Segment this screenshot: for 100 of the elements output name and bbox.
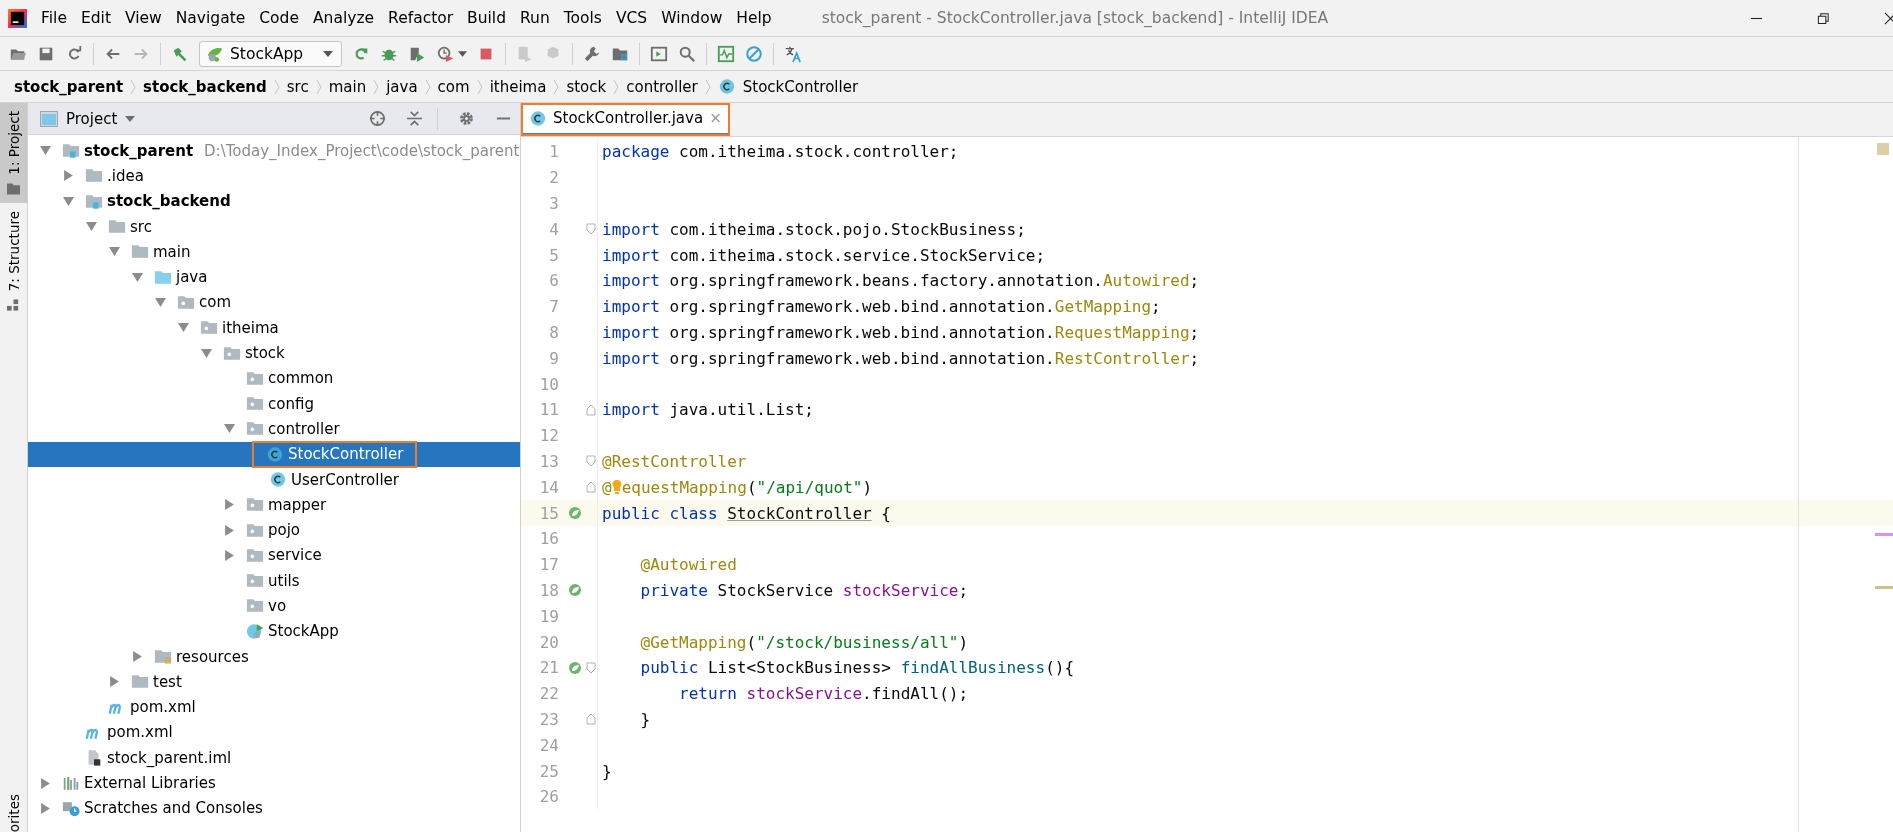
tree-row[interactable]: vo — [28, 593, 520, 619]
menu-item[interactable]: Navigate — [175, 9, 246, 27]
side-tab[interactable]: 1: Project — [0, 103, 27, 203]
breadcrumb[interactable]: stock_backend — [143, 77, 267, 96]
breadcrumb[interactable]: stock_parent — [14, 77, 124, 96]
code-line: @ equestMapping("/api/quot") — [601, 477, 873, 497]
tree-item-label: UserController — [291, 470, 399, 489]
tree-row[interactable]: pom.xml — [28, 719, 520, 746]
tree-item-label: pom.xml — [107, 723, 173, 742]
menu-item[interactable]: Analyze — [313, 9, 375, 27]
code-line: import org.springframework.web.bind.annotation.RestController; — [601, 348, 1200, 368]
line-number: 6 — [548, 271, 560, 291]
tree-item-label: mapper — [268, 495, 327, 514]
tree-item-label: stock — [245, 344, 285, 362]
tree-row[interactable]: itheima — [28, 315, 520, 341]
panel-title[interactable]: Project — [66, 109, 118, 128]
tree-row[interactable]: pojo — [28, 517, 520, 543]
code-line: import org.springframework.web.bind.annotation.RequestMapping; — [601, 322, 1200, 342]
tree-row[interactable]: utils — [28, 568, 520, 594]
tree-item-label: pom.xml — [130, 698, 196, 717]
tree-row[interactable]: test — [28, 669, 520, 695]
tree-item-label: .idea — [107, 166, 144, 185]
code-line: @GetMapping("/stock/business/all") — [639, 632, 969, 652]
line-number: 1 — [548, 142, 560, 162]
tree-row[interactable]: StockController — [28, 441, 520, 467]
tree-item-label: common — [268, 369, 334, 388]
side-tab[interactable]: orites — [0, 789, 27, 832]
tree-row[interactable]: com — [28, 289, 520, 316]
tree-row[interactable]: java — [28, 264, 520, 290]
code-line: import org.springframework.beans.factory.annotation.Autowired; — [601, 271, 1200, 291]
tree-row[interactable]: stock_backend — [28, 188, 520, 214]
tree-row[interactable]: common — [28, 365, 520, 391]
tree-item-label: src — [130, 217, 152, 236]
tree-row[interactable]: UserController — [28, 466, 520, 493]
run-configuration-dropdown[interactable]: StockApp — [199, 40, 343, 67]
menu-item[interactable]: Refactor — [388, 9, 454, 27]
menu-item[interactable]: Tools — [563, 9, 602, 27]
line-number: 21 — [538, 658, 560, 678]
tree-row[interactable]: service — [28, 542, 520, 569]
code-line: import com.itheima.stock.pojo.StockBusiness; — [601, 219, 1026, 239]
line-number: 10 — [538, 374, 560, 394]
tree-row[interactable]: pom.xml — [28, 694, 520, 720]
code-line: } — [639, 709, 651, 729]
tree-row[interactable]: stock — [28, 340, 520, 366]
editor-tab[interactable]: StockController.java × — [521, 103, 730, 136]
tree-item-label: stock_parent — [84, 141, 194, 160]
menu-item[interactable]: Build — [467, 9, 506, 27]
breadcrumb[interactable]: main — [328, 77, 367, 96]
menu-item[interactable]: File — [41, 9, 67, 27]
line-number: 7 — [548, 297, 560, 317]
tree-item-label: resources — [176, 647, 249, 666]
tree-row[interactable]: resources — [28, 643, 520, 670]
menu-item[interactable]: Code — [259, 9, 299, 27]
tree-row[interactable]: config — [28, 390, 520, 417]
tree-item-label: config — [268, 394, 314, 413]
breadcrumb[interactable]: src — [286, 77, 309, 96]
tree-row[interactable]: StockApp — [28, 618, 520, 644]
line-number: 19 — [538, 606, 560, 626]
tree-row[interactable]: controller — [28, 416, 520, 442]
line-number: 24 — [538, 735, 560, 755]
menu-item[interactable]: View — [124, 9, 162, 27]
line-number: 2 — [548, 168, 560, 188]
menu-item[interactable]: Run — [520, 9, 550, 27]
tree-row[interactable]: main — [28, 239, 520, 265]
breadcrumb[interactable]: itheima — [489, 77, 547, 96]
breadcrumb[interactable]: StockController — [742, 77, 859, 96]
code-line: import org.springframework.web.bind.annotation.GetMapping; — [601, 297, 1161, 317]
code-line: } — [601, 761, 612, 781]
tree-row[interactable]: mapper — [28, 492, 520, 518]
tree-row[interactable]: src — [28, 213, 520, 240]
menu-item[interactable]: VCS — [615, 9, 648, 27]
tree-row[interactable]: Scratches and Consoles — [28, 795, 520, 821]
breadcrumb[interactable]: controller — [626, 77, 698, 96]
line-number: 22 — [538, 684, 560, 704]
tree-row[interactable]: External Libraries — [28, 770, 520, 796]
code-line: @RestController — [601, 451, 747, 471]
line-number: 20 — [538, 632, 560, 652]
side-tab[interactable]: 7: Structure — [0, 202, 27, 319]
breadcrumb[interactable]: com — [437, 77, 470, 96]
line-number: 25 — [538, 761, 560, 781]
line-number: 13 — [538, 451, 560, 471]
line-number: 16 — [538, 529, 560, 549]
code-line: @Autowired — [639, 555, 737, 575]
tree-row[interactable]: .idea — [28, 163, 520, 189]
code-line: import com.itheima.stock.service.StockService; — [601, 245, 1046, 265]
tree-item-label: utils — [268, 571, 300, 590]
menu-item[interactable]: Window — [661, 9, 723, 27]
code-line: import java.util.List; — [601, 400, 814, 420]
breadcrumb[interactable]: java — [386, 77, 418, 96]
line-number: 15 — [538, 503, 560, 523]
line-number: 26 — [538, 787, 560, 807]
menu-item[interactable]: Edit — [80, 9, 111, 27]
tree-item-label: main — [153, 242, 191, 261]
menu-item[interactable]: Help — [736, 9, 772, 27]
tree-row[interactable]: stock_parent.iml — [28, 745, 520, 771]
line-number: 23 — [538, 709, 560, 729]
tree-item-label: stock_parent.iml — [107, 748, 232, 767]
breadcrumb[interactable]: stock — [566, 77, 607, 96]
tree-item-label: vo — [268, 597, 287, 615]
tree-row[interactable]: stock_parent D:\Today_Index_Project\code\stock_parent — [28, 138, 520, 164]
